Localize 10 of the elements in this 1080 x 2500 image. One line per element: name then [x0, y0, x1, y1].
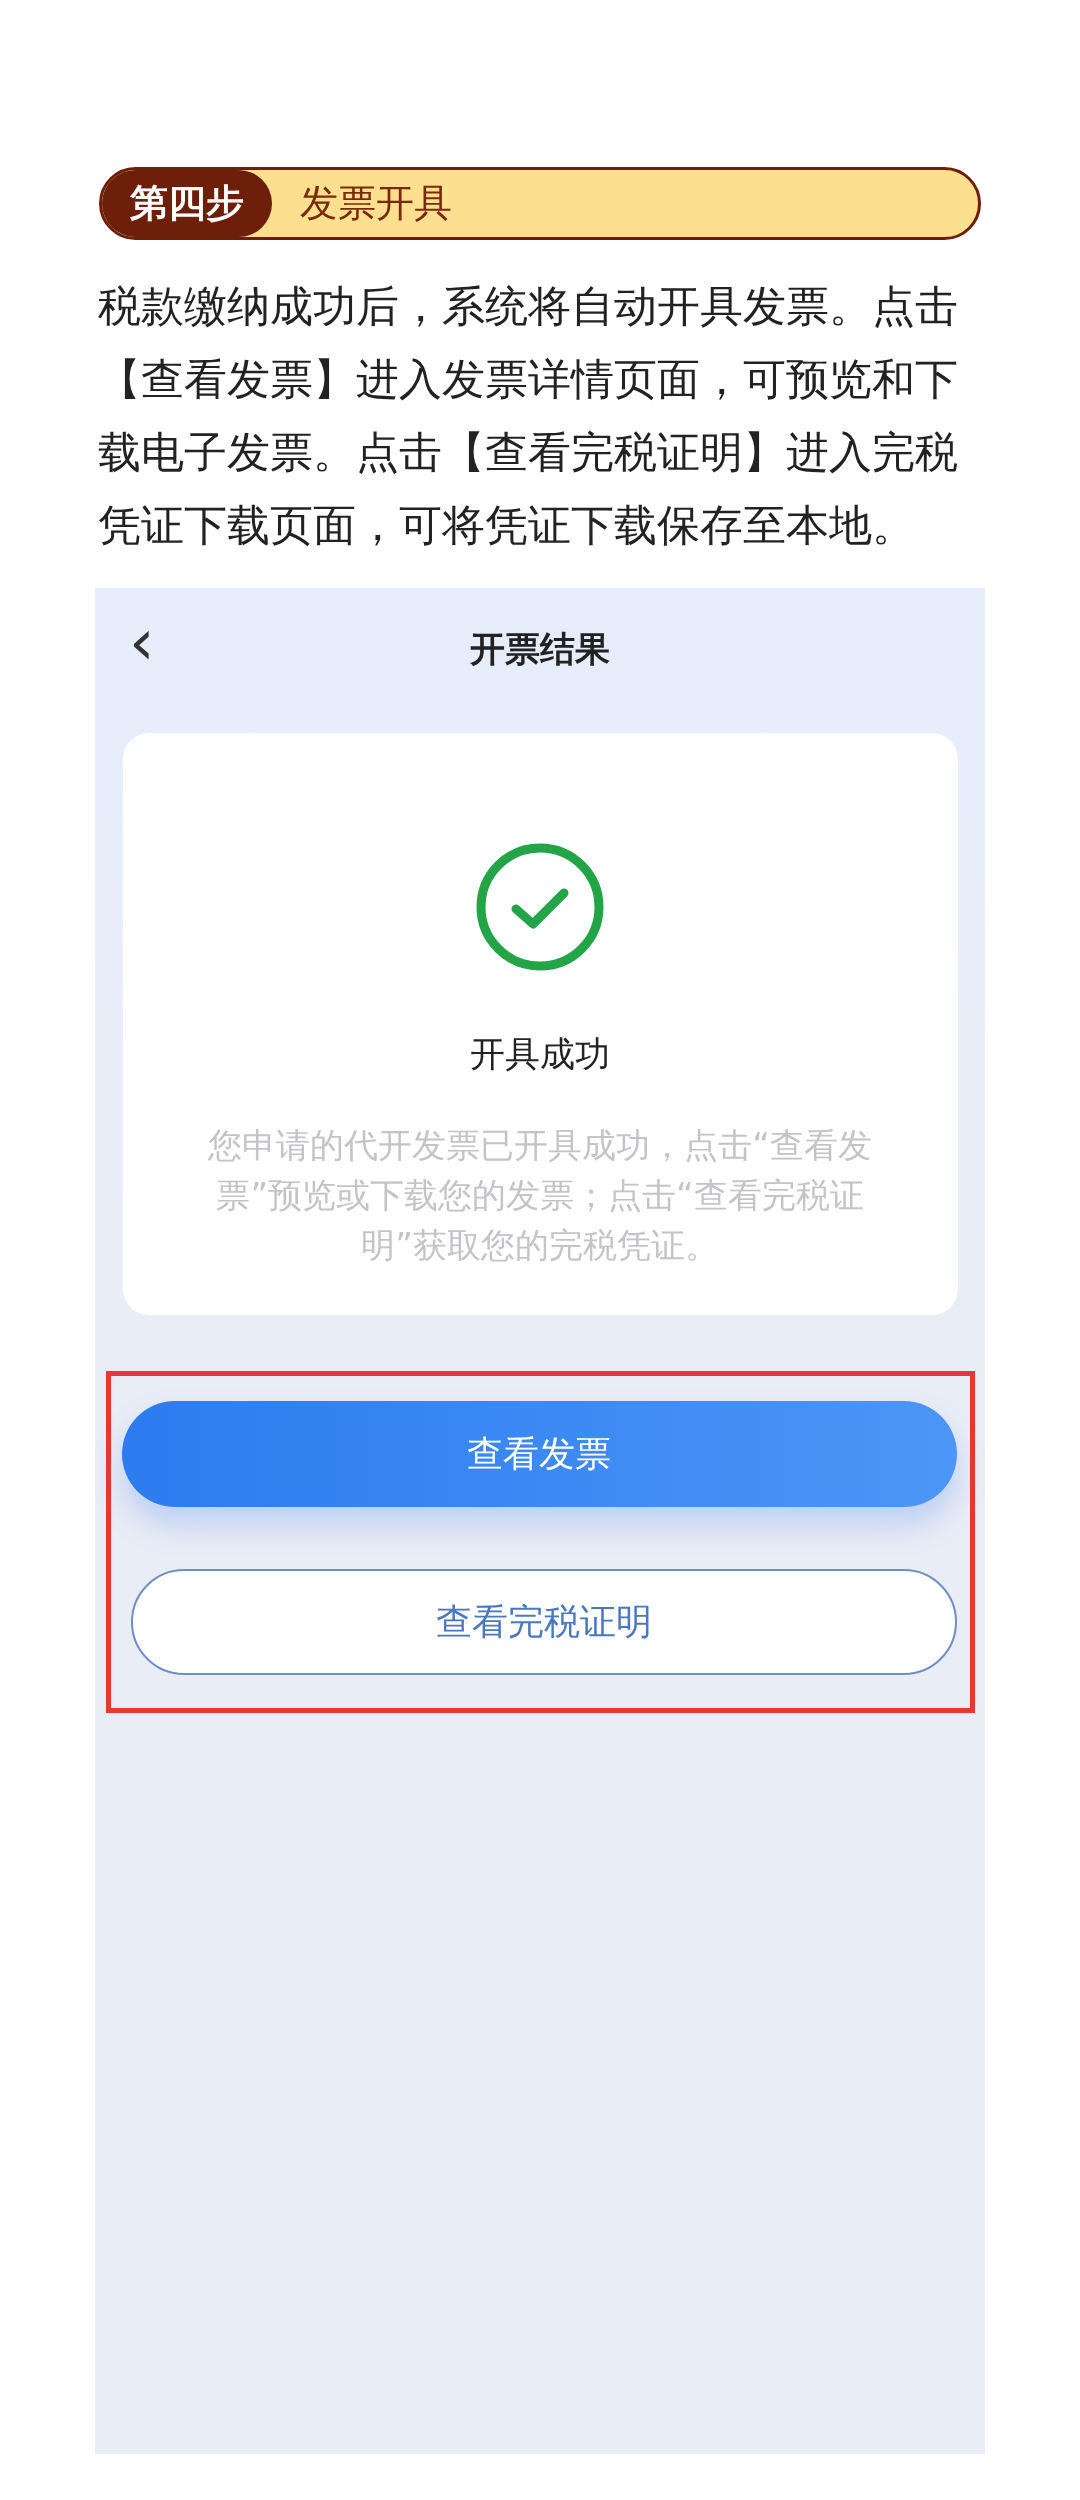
page-title: 开票结果	[470, 627, 610, 671]
back-button[interactable]: ‹	[123, 610, 161, 674]
result-message: 您申请的代开发票已开具成功，点击“查看发票”预览或下载您的发票；点击“查看完税证明”获取您的完税凭证。	[207, 1124, 873, 1267]
view-invoice-button[interactable]: 查看发票	[121, 1401, 957, 1507]
step-badge: 第四步	[102, 170, 272, 237]
status-text: 开具成功	[470, 1033, 610, 1076]
step-title: 发票开具	[300, 180, 452, 227]
view-certificate-button[interactable]: 查看完税证明	[130, 1569, 957, 1675]
success-check-icon	[476, 843, 604, 971]
instructions-text: 税款缴纳成功后，系统将自动开具发票。点击【查看发票】进入发票详情页面，可预览和下载电子发票。点击【查看完税证明】进入完税凭证下载页面，可将凭证下载保存至本地。	[98, 280, 959, 552]
